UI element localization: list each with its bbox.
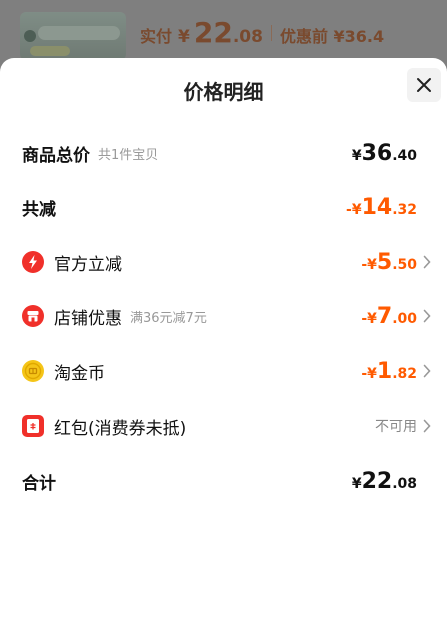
row-red-packet[interactable]: 红包(消费券未抵) 不可用 [0, 406, 447, 446]
row-label: 淘金币 [54, 363, 105, 384]
sheet-title: 价格明细 [183, 80, 264, 104]
chevron-right-icon [423, 364, 431, 378]
amount-dec: .08 [392, 475, 417, 492]
product-thumbnail [20, 12, 126, 60]
row-shop-discount[interactable]: 店铺优惠 满36元减7元 - ¥ 7 .00 [0, 296, 447, 336]
amount-int: 14 [361, 194, 393, 220]
row-amount: - ¥ 14 .32 [346, 195, 417, 220]
amount-yen: ¥ [351, 475, 362, 492]
red-packet-icon [22, 415, 44, 437]
product-tag [30, 46, 70, 56]
amount-int: 7 [376, 303, 393, 329]
lightning-icon [22, 251, 44, 273]
row-label: 合计 [22, 473, 56, 494]
row-amount: - ¥ 1 .82 [361, 359, 417, 384]
amount-dec: .32 [392, 201, 417, 218]
amount-int: 36 [361, 140, 393, 166]
paid-yen: ¥ [178, 27, 190, 47]
paid-int: 22 [193, 16, 233, 49]
row-label: 商品总价 [22, 145, 90, 166]
amount-dec: .50 [392, 256, 417, 273]
row-amount: - ¥ 5 .50 [361, 250, 417, 275]
amount-int: 5 [376, 249, 393, 275]
paid-label: 实付 [140, 27, 173, 46]
divider [270, 25, 272, 41]
row-label: 共减 [22, 199, 56, 220]
row-official-discount[interactable]: 官方立减 - ¥ 5 .50 [0, 242, 447, 282]
amount-yen: ¥ [351, 147, 362, 164]
row-total: 合计 ¥ 22 .08 [0, 461, 447, 501]
shop-icon [22, 305, 44, 327]
background-price: 实付 ¥ 22 .08 优惠前 ¥36.4 [140, 16, 384, 50]
amount-int: 1 [376, 358, 393, 384]
row-label: 店铺优惠 [54, 308, 122, 329]
amount-dec: .00 [392, 310, 417, 327]
row-amount: ¥ 22 .08 [352, 469, 417, 494]
row-label: 红包(消费券未抵) [54, 418, 187, 439]
close-icon [417, 78, 431, 92]
product-logo-icon [24, 30, 36, 42]
row-goods-total: 商品总价 共1件宝贝 ¥ 36 .40 [0, 133, 447, 173]
row-sub: 共1件宝贝 [98, 147, 159, 163]
before-discount: 优惠前 ¥36.4 [279, 27, 385, 46]
product-banner [38, 26, 120, 40]
unavailable-status: 不可用 [375, 419, 417, 435]
amount-yen: ¥ [367, 365, 377, 382]
chevron-right-icon [423, 419, 431, 433]
row-label: 官方立减 [54, 254, 122, 275]
amount-yen: ¥ [367, 310, 377, 327]
row-amount: ¥ 36 .40 [352, 141, 417, 166]
row-total-discount: 共减 - ¥ 14 .32 [0, 187, 447, 227]
chevron-right-icon [423, 309, 431, 323]
row-taojinbi[interactable]: 淘金币 - ¥ 1 .82 [0, 351, 447, 391]
amount-yen: ¥ [367, 256, 377, 273]
coin-icon [22, 360, 44, 382]
close-button[interactable] [407, 68, 441, 102]
amount-dec: .40 [392, 147, 417, 164]
amount-dec: .82 [392, 365, 417, 382]
amount-yen: ¥ [351, 201, 362, 218]
chevron-right-icon [423, 255, 431, 269]
amount-int: 22 [361, 468, 393, 494]
row-sub: 满36元减7元 [130, 310, 207, 326]
price-detail-sheet: 价格明细 商品总价 共1件宝贝 ¥ 36 .40 共减 - ¥ 14 .32 官… [0, 58, 447, 643]
paid-dec: .08 [232, 27, 263, 47]
row-amount: - ¥ 7 .00 [361, 304, 417, 329]
